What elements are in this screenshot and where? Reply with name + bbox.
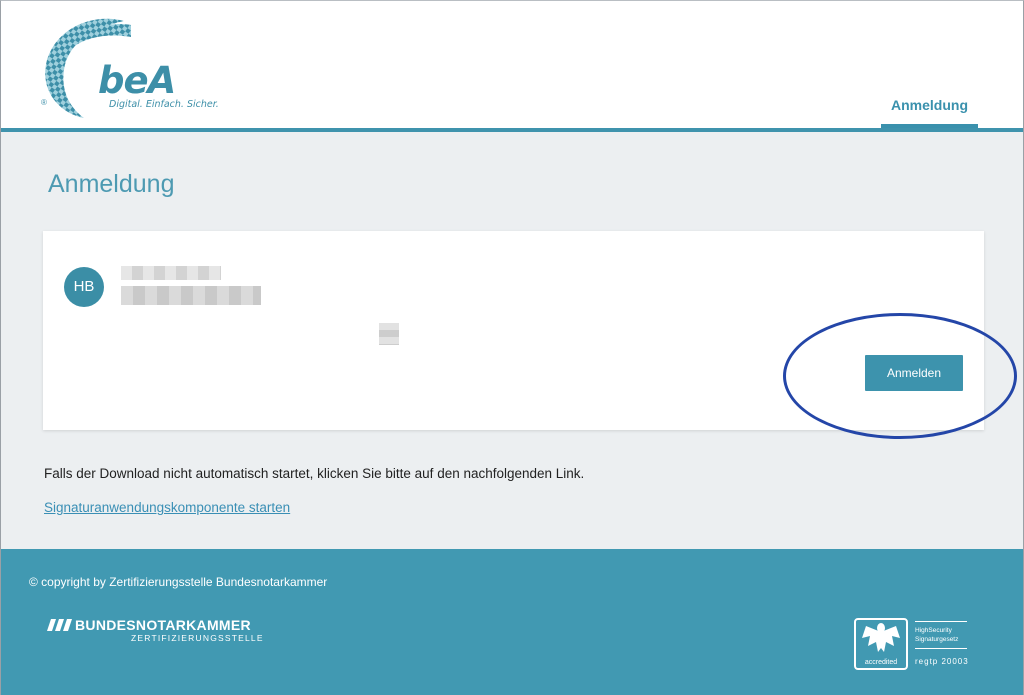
start-signature-component-link[interactable]: Signaturanwendungskomponente starten bbox=[44, 500, 290, 515]
page-title: Anmeldung bbox=[48, 170, 175, 198]
redacted-user-details bbox=[121, 286, 261, 305]
eagle-icon bbox=[862, 623, 900, 652]
main-content: Anmeldung HB Anmelden Falls der Download… bbox=[1, 132, 1023, 549]
registered-mark: ® bbox=[41, 98, 47, 107]
seal-line-2: Signaturgesetz bbox=[915, 636, 959, 643]
login-button[interactable]: Anmelden bbox=[865, 355, 963, 391]
login-card: HB Anmelden bbox=[43, 231, 984, 430]
redacted-fragment bbox=[379, 323, 399, 345]
seal-accredited-label: accredited bbox=[864, 659, 898, 666]
page-header: ® beA Digital. Einfach. Sicher. Anmeldun… bbox=[1, 1, 1023, 129]
seal-line-1: HighSecurity bbox=[915, 627, 952, 634]
seal-registration: regtp 20003 bbox=[915, 657, 969, 666]
download-info-text: Falls der Download nicht automatisch sta… bbox=[44, 466, 585, 481]
org-name: BUNDESNOTARKAMMER bbox=[75, 617, 251, 633]
logo-tagline: Digital. Einfach. Sicher. bbox=[109, 99, 219, 110]
seal-info: HighSecurity Signaturgesetz bbox=[915, 621, 967, 649]
logo-wordmark: beA bbox=[98, 59, 176, 102]
org-subtitle: ZERTIFIZIERUNGSSTELLE bbox=[131, 633, 264, 643]
redacted-user-name bbox=[121, 266, 221, 280]
bundesnotarkammer-stripes-icon bbox=[47, 619, 72, 631]
avatar: HB bbox=[64, 267, 104, 307]
copyright-text: © copyright by Zertifizierungsstelle Bun… bbox=[29, 575, 328, 589]
tab-anmeldung-label: Anmeldung bbox=[891, 97, 968, 113]
page-footer: © copyright by Zertifizierungsstelle Bun… bbox=[1, 549, 1023, 695]
browser-page: ® beA Digital. Einfach. Sicher. Anmeldun… bbox=[0, 0, 1024, 695]
